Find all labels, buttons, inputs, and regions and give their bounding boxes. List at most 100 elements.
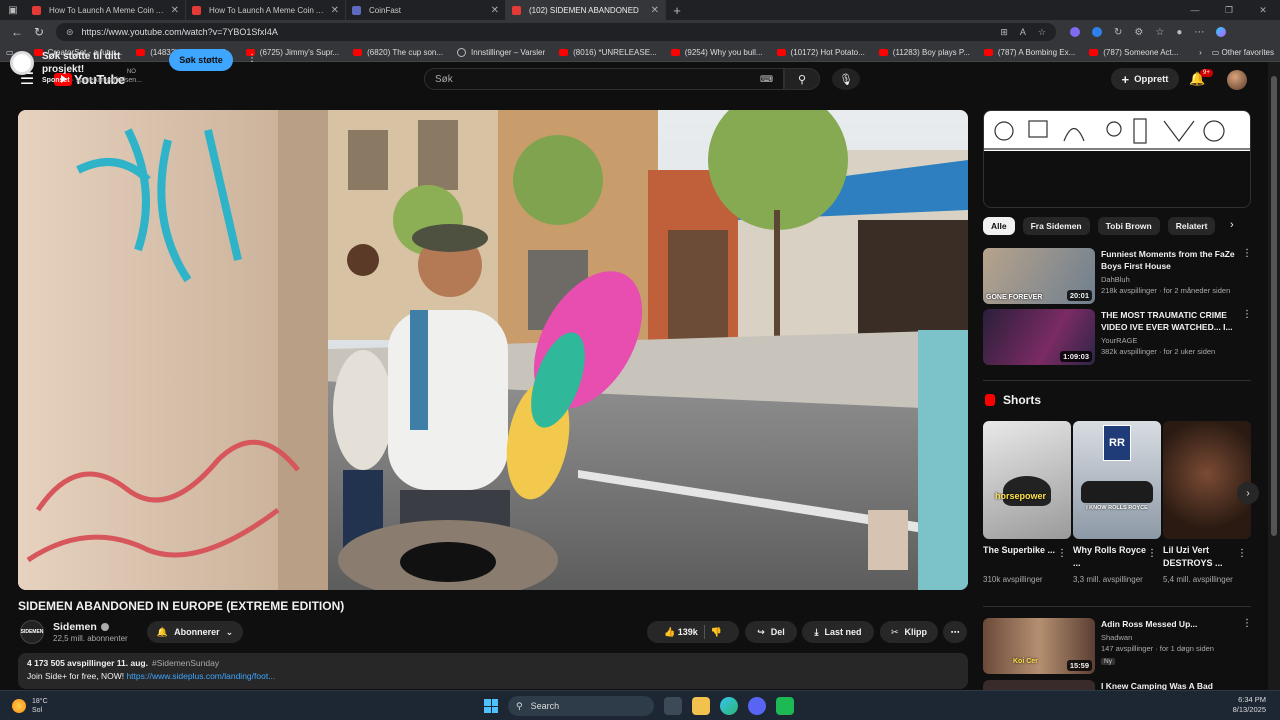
app-icon[interactable] (776, 697, 794, 715)
close-window-icon[interactable]: ✕ (1246, 5, 1280, 16)
bookmark-item[interactable]: (6725) Jimmy's Supr... (245, 48, 339, 57)
discord-icon[interactable] (748, 697, 766, 715)
ad-more-dots-icon[interactable]: ⋮ (247, 53, 257, 64)
account-avatar[interactable] (1227, 70, 1247, 90)
hashtag-link[interactable]: #SidemenSunday (152, 658, 219, 668)
file-explorer-icon[interactable] (692, 697, 710, 715)
recommended-video[interactable]: GONE FOREVER 20:01 Funniest Moments from… (983, 248, 1252, 306)
collections-icon[interactable]: ☆ (1155, 27, 1164, 38)
short-thumbnail[interactable]: RR I KNOW ROLLS ROYCE (1073, 421, 1161, 539)
ad-title[interactable]: Søk støtte til ditt prosjekt! (42, 50, 142, 76)
bookmark-item[interactable]: Innstillinger – Varsler (457, 48, 545, 57)
share-button[interactable]: ↪ Del (745, 621, 797, 643)
minimize-icon[interactable]: — (1178, 5, 1212, 16)
channel-avatar[interactable]: SIDEMEN (20, 620, 44, 644)
more-dots-icon[interactable]: ⋮ (1242, 309, 1252, 320)
chip-from-sidemen[interactable]: Fra Sidemen (1022, 217, 1090, 235)
address-input[interactable]: ⊜ https://www.youtube.com/watch?v=7YBO1S… (56, 23, 1056, 41)
chips-next-chevron-icon[interactable]: › (1230, 219, 1234, 231)
like-button[interactable]: 👍 139k (664, 627, 698, 638)
channel-name[interactable]: Shadwan (1101, 632, 1241, 643)
shorts-next-chevron-icon[interactable]: › (1237, 482, 1259, 504)
clip-button[interactable]: ✂ Klipp (880, 621, 938, 643)
browser-tab[interactable]: CoinFast ✕ (346, 0, 506, 20)
weather-widget[interactable]: 18°C Sol (12, 697, 48, 715)
browser-tab-active[interactable]: (102) SIDEMEN ABANDONED ✕ (506, 0, 666, 20)
bookmark-item[interactable]: (9254) Why you bull... (670, 48, 763, 57)
close-tab-icon[interactable]: ✕ (331, 5, 339, 16)
channel-name[interactable]: DahBluh (1101, 274, 1241, 285)
create-button[interactable]: + Opprett (1111, 68, 1179, 90)
more-bookmarks-icon[interactable]: › (1199, 48, 1202, 57)
back-icon[interactable]: ← (6, 25, 28, 39)
recommended-video[interactable]: Koi Cer 15:59 Adin Ross Messed Up... Sha… (983, 618, 1252, 676)
new-tab-icon[interactable]: + (666, 3, 688, 18)
extension-icon[interactable] (1070, 26, 1080, 37)
voice-search-button[interactable]: 🎙 (832, 68, 860, 90)
system-clock[interactable]: 6:34 PM 8/13/2025 (1233, 695, 1266, 715)
browser-tab[interactable]: How To Launch A Meme Coin And ✕ (26, 0, 186, 20)
read-aloud-icon[interactable]: A (1020, 27, 1026, 38)
short-title[interactable]: Lil Uzi Vert DESTROYS ... (1163, 544, 1237, 570)
video-thumbnail[interactable]: 1:09:03 (983, 309, 1095, 365)
more-dots-icon[interactable]: ⋮ (1057, 548, 1067, 559)
task-view-icon[interactable] (664, 697, 682, 715)
close-tab-icon[interactable]: ✕ (491, 5, 499, 16)
close-tab-icon[interactable]: ✕ (651, 5, 659, 16)
short-thumbnail[interactable]: horsepower (983, 421, 1071, 539)
more-dots-icon[interactable]: ⋮ (1147, 548, 1157, 559)
channel-name[interactable]: YourRAGE (1101, 335, 1241, 346)
video-thumbnail[interactable] (983, 680, 1095, 690)
description-link[interactable]: https://www.sideplus.com/landing/foot... (126, 671, 275, 681)
advertiser-logo[interactable] (10, 51, 34, 75)
description-box[interactable]: 4 173 505 avspillinger 11. aug. #SidemenS… (18, 653, 968, 689)
other-favorites-button[interactable]: ▭ Other favorites (1212, 48, 1274, 57)
video-player[interactable] (18, 110, 968, 590)
video-thumbnail[interactable]: GONE FOREVER 20:01 (983, 248, 1095, 304)
page-scrollbar[interactable] (1268, 62, 1280, 690)
refresh-extension-icon[interactable]: ↻ (1114, 27, 1122, 38)
more-dots-icon[interactable]: ⋮ (1237, 548, 1247, 559)
short-title[interactable]: Why Rolls Royce ... (1073, 544, 1147, 570)
bookmark-item[interactable]: (8016) *UNRELEASE... (559, 48, 657, 57)
close-tab-icon[interactable]: ✕ (171, 5, 179, 16)
extension-icon[interactable] (1092, 26, 1102, 37)
extensions-puzzle-icon[interactable]: ⚙ (1134, 27, 1143, 38)
edge-icon[interactable] (720, 697, 738, 715)
browser-tab[interactable]: How To Launch A Meme Coin And ✕ (186, 0, 346, 20)
search-button[interactable]: ⚲ (784, 68, 820, 90)
sponsored-ad[interactable] (983, 110, 1251, 208)
channel-name[interactable]: Sidemen (53, 621, 109, 633)
scrollbar-thumb[interactable] (1271, 76, 1277, 536)
apps-icon[interactable]: ⊞ (1000, 27, 1008, 38)
maximize-icon[interactable]: ❐ (1212, 5, 1246, 16)
more-dots-icon[interactable]: ⋮ (1242, 618, 1252, 629)
ad-cta-button[interactable]: Søk støtte (169, 49, 233, 71)
recommended-video[interactable]: 1:09:03 THE MOST TRAUMATIC CRIME VIDEO I… (983, 309, 1252, 367)
subscribe-button[interactable]: 🔔 Abonnerer ⌄ (147, 621, 243, 643)
taskbar-search[interactable]: ⚲ Search (508, 696, 654, 716)
search-input[interactable]: Søk ⌨ (424, 68, 784, 90)
bookmark-item[interactable]: (11283) Boy plays P... (878, 48, 970, 57)
more-actions-button[interactable]: ⋯ (943, 621, 967, 643)
bookmark-item[interactable]: (787) Someone Act... (1089, 48, 1178, 57)
menu-dots-icon[interactable]: ⋯ (1194, 27, 1204, 38)
favorite-star-icon[interactable]: ☆ (1038, 27, 1046, 38)
windows-start-icon[interactable] (484, 699, 498, 713)
more-dots-icon[interactable]: ⋮ (1242, 248, 1252, 259)
short-title[interactable]: The Superbike ... (983, 544, 1057, 557)
bookmark-item[interactable]: (6820) The cup son... (353, 48, 443, 57)
bookmark-item[interactable]: (10172) Hot Potato... (776, 48, 865, 57)
reload-icon[interactable]: ↻ (28, 25, 50, 39)
keyboard-icon[interactable]: ⌨ (760, 74, 773, 85)
tab-actions-icon[interactable]: ▣ (0, 0, 26, 20)
download-button[interactable]: ⤓ Last ned (802, 621, 874, 643)
site-info-icon[interactable]: ⊜ (66, 27, 74, 38)
chip-related[interactable]: Relatert (1167, 217, 1216, 235)
recommended-video[interactable]: I Knew Camping Was A Bad (983, 680, 1251, 690)
copilot-icon[interactable] (1216, 26, 1227, 37)
profile-icon[interactable]: ● (1176, 27, 1182, 38)
bookmark-item[interactable]: (787) A Bombing Ex... (983, 48, 1075, 57)
chip-tobi-brown[interactable]: Tobi Brown (1097, 217, 1160, 235)
short-thumbnail[interactable] (1163, 421, 1251, 539)
